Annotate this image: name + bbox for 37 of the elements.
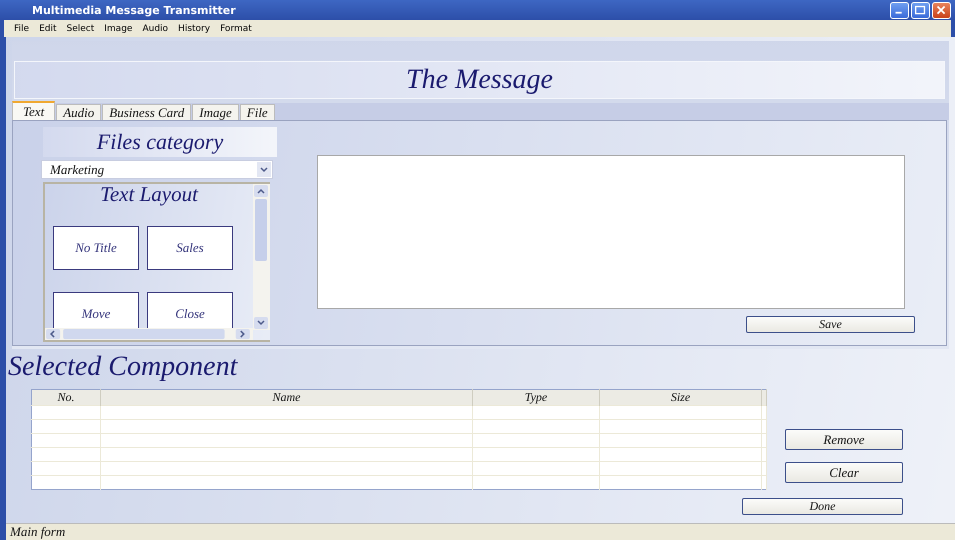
save-button[interactable]: Save <box>746 316 915 333</box>
layout-card[interactable]: Sales <box>147 226 233 270</box>
layout-title: Text Layout <box>99 184 200 208</box>
menu-item[interactable]: Image <box>104 24 132 34</box>
maximize-icon[interactable] <box>911 2 930 18</box>
menu-item[interactable]: Select <box>66 24 94 34</box>
action-button[interactable]: Remove <box>785 429 903 450</box>
menu-item[interactable]: Format <box>220 24 252 34</box>
minimize-icon[interactable] <box>890 2 909 18</box>
column-header[interactable]: Size <box>600 390 762 406</box>
tab[interactable]: Image <box>192 104 239 120</box>
chevron-icon <box>257 162 271 177</box>
tab[interactable]: Text <box>12 101 56 120</box>
column-header[interactable]: Type <box>472 390 600 406</box>
section-title: Files category <box>43 127 277 157</box>
action-button[interactable]: Clear <box>785 462 903 483</box>
tab[interactable]: Audio <box>56 104 102 120</box>
menu-item[interactable]: Audio <box>142 24 168 34</box>
done-button[interactable]: Done <box>742 498 903 515</box>
window-title: Multimedia Message Transmitter <box>32 4 237 16</box>
menu-item[interactable]: Edit <box>39 24 56 34</box>
tab[interactable]: Business Card <box>102 104 192 120</box>
tab[interactable]: File <box>240 104 275 120</box>
header-title: The Message <box>14 61 945 99</box>
menu-item[interactable]: History <box>178 24 210 34</box>
menu-item[interactable]: File <box>14 24 30 34</box>
section-title: Selected Component <box>8 350 239 384</box>
status-text: Main form <box>6 523 955 540</box>
column-header[interactable]: No. <box>32 390 100 406</box>
column-header[interactable]: Name <box>100 390 472 406</box>
close-icon[interactable] <box>932 2 951 18</box>
layout-card[interactable]: Close <box>147 292 233 328</box>
horizontal-scrollbar[interactable] <box>45 328 253 340</box>
layout-card[interactable]: No Title <box>53 226 139 270</box>
layout-card[interactable]: Move <box>53 292 139 328</box>
vertical-scrollbar[interactable] <box>253 184 270 330</box>
category-select[interactable]: Marketing <box>41 160 273 179</box>
